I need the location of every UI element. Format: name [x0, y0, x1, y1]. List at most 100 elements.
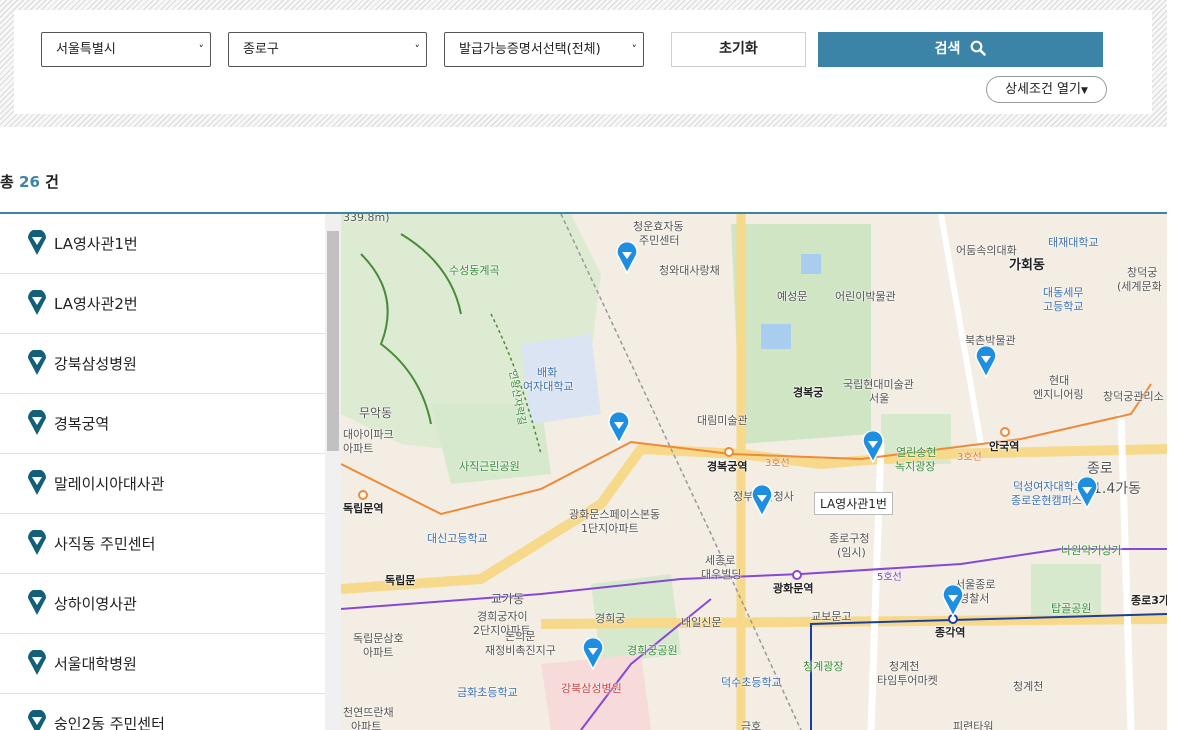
map-label: 아파트 [343, 442, 374, 455]
map-label: 금화초등학교 [457, 686, 518, 699]
map-label: 나원악기상가 [1061, 544, 1122, 557]
map-label: (세계문화 [1117, 280, 1162, 293]
map-marker-icon[interactable] [616, 242, 638, 274]
list-item[interactable]: LA영사관1번 [0, 214, 325, 274]
map-label: 어린이박물관 [835, 290, 896, 303]
search-form: 서울특별시 ˅ 종로구 ˅ 발급가능증명서선택(전체) ˅ 초기화 검색 상세조… [14, 10, 1152, 114]
detail-options-button[interactable]: 상세조건 열기▼ [986, 76, 1107, 103]
map-label: 독립문역 [343, 502, 384, 515]
search-button-label: 검색 [934, 41, 961, 57]
map-label: 독립문 [385, 574, 416, 587]
list-item-label: 사직동 주민센터 [54, 535, 156, 553]
map-marker-icon[interactable] [1076, 477, 1098, 509]
map-label: 강북삼성병원 [561, 682, 622, 695]
map-label: 재정비촉진지구 [485, 644, 556, 657]
map-view[interactable]: 339.8m) 청운효자동 주민센터 수성동계곡 청와대사랑채 예성문 어린이박… [341, 214, 1167, 730]
chevron-down-icon: ˅ [414, 43, 421, 56]
list-item[interactable]: 경복궁역 [0, 394, 325, 454]
result-count-prefix: 총 [0, 173, 14, 191]
list-item-label: 경복궁역 [54, 415, 110, 433]
map-label: 5호선 [877, 572, 902, 583]
map-label: 창덕궁관리소 [1103, 390, 1164, 403]
map-label: 수성동계곡 [449, 264, 500, 277]
result-count-suffix: 건 [45, 173, 59, 191]
search-icon [970, 40, 987, 56]
map-label: 서울 [869, 392, 890, 405]
map-label: 종각역 [935, 626, 966, 639]
list-scrollbar[interactable] [325, 214, 341, 730]
map-label: 종로 [1087, 461, 1113, 477]
map-label: 3호선 [957, 452, 982, 463]
map-label: 주민센터 [639, 234, 680, 247]
list-item-label: 강북삼성병원 [54, 355, 137, 373]
map-label: 예성문 [777, 290, 808, 303]
list-item-label: 숭인2동 주민센터 [54, 715, 165, 730]
map-label: 피련타워 [953, 720, 994, 730]
map-label: 교보문고 [811, 610, 852, 623]
location-pin-icon [28, 590, 46, 615]
map-label: 교가동 [491, 592, 525, 606]
search-panel: 서울특별시 ˅ 종로구 ˅ 발급가능증명서선택(전체) ˅ 초기화 검색 상세조… [0, 0, 1167, 127]
map-label: 종로운현캠퍼스 [1011, 494, 1082, 507]
map-label: 아파트 [351, 720, 382, 730]
map-marker-icon[interactable] [975, 346, 997, 378]
map-label: 대림미술관 [697, 414, 748, 427]
map-label: 1단지아파트 [581, 522, 639, 535]
map-marker-icon[interactable] [608, 412, 630, 444]
map-marker-icon[interactable] [862, 431, 884, 463]
location-pin-icon [28, 470, 46, 495]
map-label: 안국역 [989, 440, 1020, 453]
map-label: 어둠속의대화 [956, 244, 1017, 257]
map-marker-icon[interactable] [751, 485, 773, 517]
map-label: 광화문역 [773, 582, 814, 595]
map-marker-icon[interactable] [942, 585, 964, 617]
map-label: 사직근린공원 [459, 460, 520, 473]
map-label: 1.4가동 [1093, 481, 1142, 497]
location-pin-icon [28, 410, 46, 435]
map-label: 아파트 [363, 646, 394, 659]
list-item[interactable]: 숭인2동 주민센터 [0, 694, 325, 730]
list-item-label: 서울대학병원 [54, 655, 137, 673]
list-item[interactable]: 말레이시아대사관 [0, 454, 325, 514]
map-label: 경희궁공원 [627, 644, 678, 657]
map-label: 경희궁 [595, 612, 626, 625]
city-select[interactable]: 서울특별시 ˅ [41, 32, 211, 67]
list-item[interactable]: LA영사관2번 [0, 274, 325, 334]
list-item-label: LA영사관1번 [54, 235, 138, 253]
location-pin-icon [28, 650, 46, 675]
list-item[interactable]: 강북삼성병원 [0, 334, 325, 394]
location-pin-icon [28, 290, 46, 315]
map-label: 대신고등학교 [427, 532, 488, 545]
map-label: 경복궁 [793, 386, 824, 399]
map-label: 종로3가 [1131, 594, 1167, 607]
chevron-down-icon: ˅ [198, 43, 205, 56]
location-pin-icon [28, 710, 46, 730]
map-label: 청와대사랑채 [659, 264, 720, 277]
map-marker-icon[interactable] [582, 638, 604, 670]
list-item-label: LA영사관2번 [54, 295, 138, 313]
list-item[interactable]: 사직동 주민센터 [0, 514, 325, 574]
list-item[interactable]: 상하이영사관 [0, 574, 325, 634]
scrollbar-thumb[interactable] [327, 231, 339, 451]
map-label: 가회동 [1009, 258, 1045, 273]
map-label: 금호 [741, 720, 762, 730]
reset-button[interactable]: 초기화 [671, 32, 806, 67]
map-label: 여자대학교 [523, 380, 574, 393]
map-label: 청계광장 [803, 660, 844, 673]
list-item[interactable]: 서울대학병원 [0, 634, 325, 694]
map-label: 무악동 [359, 406, 393, 420]
search-button[interactable]: 검색 [818, 32, 1103, 67]
district-select-value: 종로구 [243, 42, 279, 57]
list-item-label: 말레이시아대사관 [54, 475, 165, 493]
map-label: 대우빌딩 [701, 568, 742, 581]
map-label: 339.8m) [343, 214, 390, 224]
location-pin-icon [28, 350, 46, 375]
map-label: 태재대학교 [1048, 236, 1099, 249]
result-list: LA영사관1번 LA영사관2번 강북삼성병원 경복궁역 말레이시아대사관 사직동… [0, 214, 341, 730]
certificate-select[interactable]: 발급가능증명서선택(전체) ˅ [444, 32, 644, 67]
map-label: 타임투어마켓 [877, 674, 938, 687]
detail-options-label: 상세조건 열기 [1005, 82, 1081, 97]
map-label: 청계천 [1013, 680, 1044, 693]
map-label: (임시) [837, 546, 866, 559]
district-select[interactable]: 종로구 ˅ [228, 32, 427, 67]
